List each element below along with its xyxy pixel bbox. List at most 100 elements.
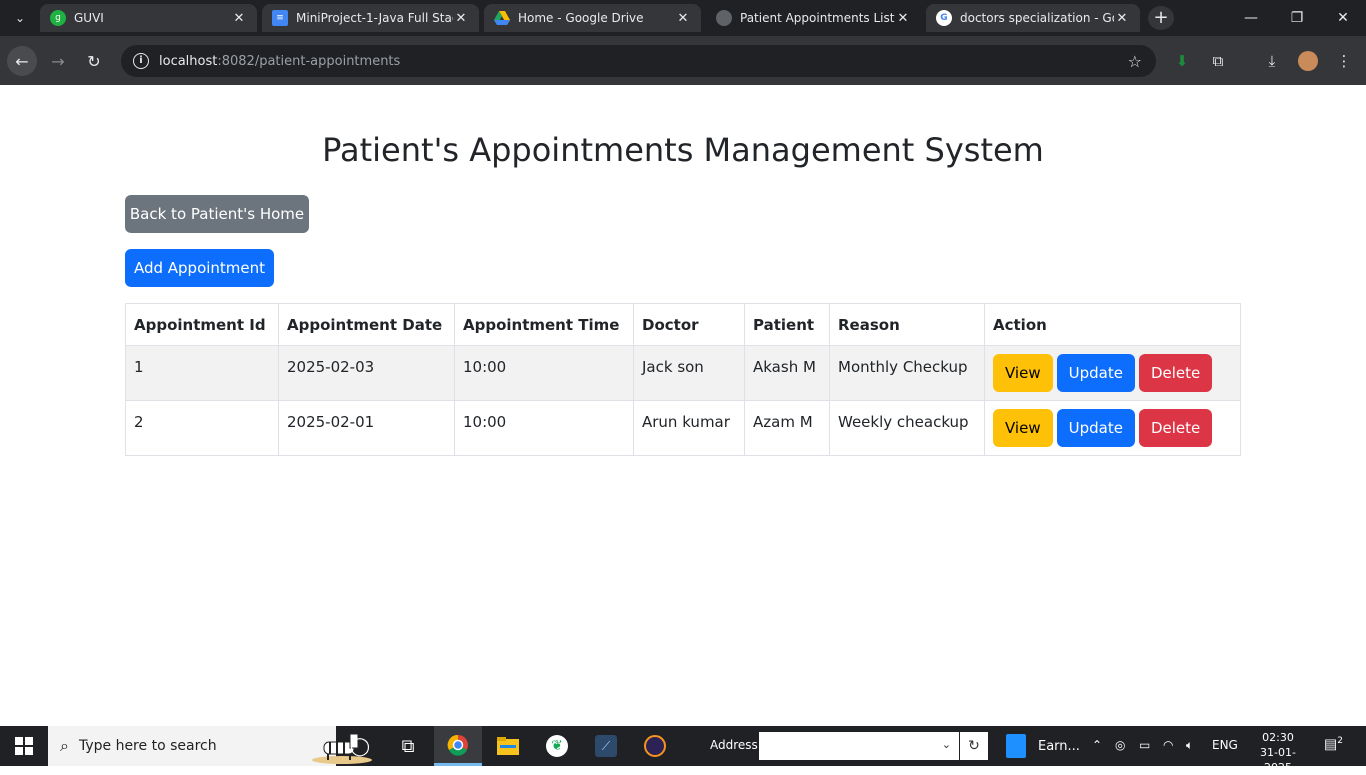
chevron-down-icon[interactable]: ⌄ [942, 738, 951, 751]
cell-patient: Azam M [744, 400, 830, 456]
col-header-patient: Patient [744, 303, 830, 346]
clock-date: 31-01-2025 [1260, 746, 1296, 774]
delete-button[interactable]: Delete [1138, 354, 1213, 392]
cortana-icon[interactable]: ◯ [336, 726, 384, 766]
address-bar[interactable]: i localhost:8082/patient-appointments ☆ [121, 45, 1156, 77]
close-tab-icon[interactable]: ✕ [231, 11, 247, 26]
notifications-icon[interactable]: ▤2 [1324, 736, 1343, 753]
meet-now-icon[interactable]: ◎ [1115, 738, 1125, 752]
wifi-icon[interactable]: ◠ [1163, 738, 1173, 752]
clock-time: 02:30 [1262, 731, 1294, 744]
tab-search-icon[interactable]: ⌄ [0, 0, 40, 36]
battery-icon[interactable]: ▭ [1139, 738, 1150, 752]
tray-chevron-up-icon[interactable]: ⌃ [1092, 738, 1102, 752]
back-to-home-button[interactable]: Back to Patient's Home [125, 195, 309, 233]
tab-title: MiniProject-1-Java Full Stack [296, 11, 453, 25]
notification-count: 2 [1337, 736, 1343, 746]
earn-label: Earn... [1038, 738, 1080, 754]
cell-reason: Weekly cheackup [829, 400, 985, 456]
close-tab-icon[interactable]: ✕ [1114, 11, 1130, 26]
eclipse-icon[interactable] [631, 726, 679, 766]
page-title: Patient's Appointments Management System [322, 131, 1044, 169]
col-header-appointment-time: Appointment Time [454, 303, 634, 346]
cell-doctor: Arun kumar [633, 400, 745, 456]
file-explorer-icon[interactable] [484, 726, 532, 766]
browser-menu-icon[interactable]: ⋮ [1333, 50, 1355, 72]
url-path: :8082/patient-appointments [217, 53, 401, 69]
mongodb-compass-icon[interactable]: ❦ [533, 726, 581, 766]
google-favicon-icon: G [936, 10, 952, 26]
tab-miniproject[interactable]: ≡ MiniProject-1-Java Full Stack ✕ [262, 4, 479, 32]
tab-title: Patient Appointments List [740, 11, 895, 25]
reload-icon[interactable]: ↻ [79, 46, 109, 76]
back-arrow-icon[interactable]: ← [7, 46, 37, 76]
profile-avatar[interactable] [1297, 50, 1319, 72]
close-tab-icon[interactable]: ✕ [675, 11, 691, 26]
address-refresh-icon[interactable]: ↻ [960, 732, 988, 760]
forward-arrow-icon[interactable]: → [43, 46, 73, 76]
address-toolbar-label: Address [710, 738, 758, 752]
cell-actions: View Update Delete [984, 400, 1241, 456]
downloads-icon[interactable]: ⤓ [1261, 50, 1283, 72]
close-tab-icon[interactable]: ✕ [895, 11, 911, 26]
bookmark-star-icon[interactable]: ☆ [1128, 52, 1142, 71]
close-tab-icon[interactable]: ✕ [453, 11, 469, 26]
minimize-icon[interactable]: — [1228, 0, 1274, 36]
tab-title: GUVI [74, 11, 104, 25]
cell-patient: Akash M [744, 345, 830, 401]
cell-appointment-date: 2025-02-01 [278, 400, 455, 456]
tab-title: doctors specialization - Goog [960, 11, 1114, 25]
cell-appointment-time: 10:00 [454, 400, 634, 456]
view-button[interactable]: View [993, 354, 1053, 392]
update-button[interactable]: Update [1056, 409, 1135, 447]
table-row: 1 2025-02-03 10:00 Jack son Akash M Mont… [125, 345, 1241, 401]
update-button[interactable]: Update [1056, 354, 1135, 392]
cell-appointment-time: 10:00 [454, 345, 634, 401]
delete-button[interactable]: Delete [1138, 409, 1213, 447]
cell-doctor: Jack son [633, 345, 745, 401]
search-placeholder: Type here to search [78, 738, 217, 754]
col-header-doctor: Doctor [633, 303, 745, 346]
earn-taskbar-item[interactable]: Earn... [1006, 734, 1080, 758]
tab-patient-appointments[interactable]: Patient Appointments List ✕ [706, 4, 921, 32]
language-indicator[interactable]: ENG [1212, 738, 1238, 752]
tab-google-search[interactable]: G doctors specialization - Goog ✕ [926, 4, 1140, 32]
cell-appointment-id: 1 [125, 345, 279, 401]
cell-appointment-date: 2025-02-03 [278, 345, 455, 401]
site-info-icon[interactable]: i [133, 53, 149, 69]
table-row: 2 2025-02-01 10:00 Arun kumar Azam M Wee… [125, 400, 1241, 456]
url-host: localhost [159, 53, 218, 69]
col-header-reason: Reason [829, 303, 985, 346]
document-icon [1006, 734, 1026, 758]
col-header-action: Action [984, 303, 1241, 346]
col-header-appointment-date: Appointment Date [278, 303, 455, 346]
tab-guvi[interactable]: g GUVI ✕ [40, 4, 257, 32]
cell-appointment-id: 2 [125, 400, 279, 456]
table-header-row: Appointment Id Appointment Date Appointm… [125, 303, 1241, 346]
task-view-icon[interactable]: ⧉ [384, 726, 432, 766]
search-icon: ⌕ [60, 736, 69, 755]
new-tab-button[interactable]: + [1148, 6, 1174, 30]
address-toolbar-input[interactable]: ⌄ [759, 732, 959, 760]
windows-start-icon[interactable] [0, 726, 48, 766]
appointments-table: Appointment Id Appointment Date Appointm… [125, 303, 1241, 456]
view-button[interactable]: View [993, 409, 1053, 447]
tab-google-drive[interactable]: Home - Google Drive ✕ [484, 4, 701, 32]
cell-actions: View Update Delete [984, 345, 1241, 401]
volume-icon[interactable]: 🔈︎ [1186, 738, 1193, 753]
download-extension-icon[interactable]: ⬇ [1171, 50, 1193, 72]
docs-favicon-icon: ≡ [272, 10, 288, 26]
drive-favicon-icon [494, 10, 510, 26]
taskbar-search-box[interactable]: ⌕ Type here to search [48, 726, 372, 766]
chrome-taskbar-icon[interactable] [434, 726, 482, 766]
add-appointment-button[interactable]: Add Appointment [125, 249, 274, 287]
restore-icon[interactable]: ❐ [1274, 0, 1320, 36]
cell-reason: Monthly Checkup [829, 345, 985, 401]
globe-favicon-icon [716, 10, 732, 26]
windows-taskbar: ⌕ Type here to search ◯ ⧉ ❦ ⟋ Address ⌄ … [0, 726, 1366, 774]
close-window-icon[interactable]: ✕ [1320, 0, 1366, 36]
clock[interactable]: 02:30 31-01-2025 [1248, 730, 1308, 775]
col-header-appointment-id: Appointment Id [125, 303, 279, 346]
extensions-puzzle-icon[interactable]: ⧉ [1207, 50, 1229, 72]
mysql-workbench-icon[interactable]: ⟋ [582, 726, 630, 766]
